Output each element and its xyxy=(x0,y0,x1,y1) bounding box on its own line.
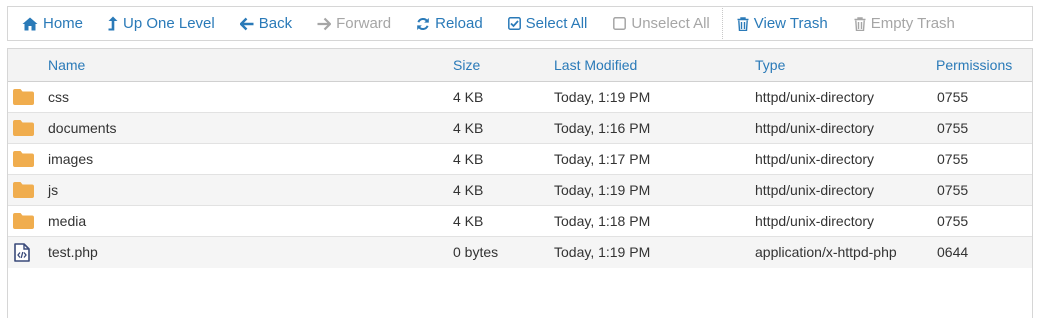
file-last-modified: Today, 1:16 PM xyxy=(554,120,651,136)
file-type: httpd/unix-directory xyxy=(755,120,875,136)
file-permissions: 0755 xyxy=(937,89,969,105)
back-label: Back xyxy=(258,15,293,32)
home-button[interactable]: Home xyxy=(22,15,83,32)
unselect-all-button[interactable]: Unselect All xyxy=(613,15,710,32)
forward-label: Forward xyxy=(336,15,392,32)
file-name: media xyxy=(48,213,87,229)
folder-icon xyxy=(13,113,34,143)
file-last-modified: Today, 1:18 PM xyxy=(554,213,651,229)
file-name: images xyxy=(48,151,94,167)
file-row-js[interactable]: js 4 KB Today, 1:19 PM httpd/unix-direct… xyxy=(8,175,1032,206)
file-size: 4 KB xyxy=(453,182,484,198)
file-size: 4 KB xyxy=(453,120,484,136)
column-header-last-modified[interactable]: Last Modified xyxy=(554,49,637,82)
file-name: js xyxy=(48,182,59,198)
file-size: 0 bytes xyxy=(453,244,499,260)
file-size: 4 KB xyxy=(453,213,484,229)
file-manager-toolbar: Home Up One Level Back Forward Reload Se… xyxy=(7,6,1033,41)
file-row-test-php[interactable]: test.php 0 bytes Today, 1:19 PM applicat… xyxy=(8,237,1032,268)
file-last-modified: Today, 1:19 PM xyxy=(554,182,651,198)
file-list: Name Size Last Modified Type Permissions… xyxy=(7,48,1033,318)
file-name: test.php xyxy=(48,244,98,260)
trash-icon xyxy=(737,16,749,31)
column-header-type[interactable]: Type xyxy=(755,49,785,82)
home-icon xyxy=(22,17,38,30)
view-trash-label: View Trash xyxy=(753,15,828,32)
file-type: application/x-httpd-php xyxy=(755,244,897,260)
php-file-icon xyxy=(14,237,30,267)
trash-icon xyxy=(854,16,866,31)
file-permissions: 0644 xyxy=(937,244,969,260)
forward-button[interactable]: Forward xyxy=(317,15,391,32)
select-all-label: Select All xyxy=(525,15,588,32)
file-row-images[interactable]: images 4 KB Today, 1:17 PM httpd/unix-di… xyxy=(8,144,1032,175)
select-all-button[interactable]: Select All xyxy=(507,15,588,32)
level-up-icon xyxy=(108,16,118,31)
file-name: css xyxy=(48,89,69,105)
file-permissions: 0755 xyxy=(937,182,969,198)
file-row-documents[interactable]: documents 4 KB Today, 1:16 PM httpd/unix… xyxy=(8,113,1032,144)
folder-icon xyxy=(13,175,34,205)
column-header-permissions[interactable]: Permissions xyxy=(936,49,1012,82)
folder-icon xyxy=(13,144,34,174)
refresh-icon xyxy=(417,17,429,30)
arrow-right-icon xyxy=(317,17,332,30)
unselect-all-label: Unselect All xyxy=(631,15,710,32)
reload-label: Reload xyxy=(435,15,483,32)
file-last-modified: Today, 1:19 PM xyxy=(554,89,651,105)
file-permissions: 0755 xyxy=(937,151,969,167)
file-type: httpd/unix-directory xyxy=(755,89,875,105)
file-type: httpd/unix-directory xyxy=(755,151,875,167)
file-name: documents xyxy=(48,120,117,136)
up-one-level-label: Up One Level xyxy=(123,15,215,32)
file-size: 4 KB xyxy=(453,151,484,167)
file-size: 4 KB xyxy=(453,89,484,105)
file-row-media[interactable]: media 4 KB Today, 1:18 PM httpd/unix-dir… xyxy=(8,206,1032,237)
up-one-level-button[interactable]: Up One Level xyxy=(108,15,215,32)
file-last-modified: Today, 1:19 PM xyxy=(554,244,651,260)
file-type: httpd/unix-directory xyxy=(755,213,875,229)
reload-button[interactable]: Reload xyxy=(416,15,483,32)
checkbox-empty-icon xyxy=(613,17,627,30)
column-header-size[interactable]: Size xyxy=(453,49,480,82)
file-last-modified: Today, 1:17 PM xyxy=(554,151,651,167)
view-trash-button[interactable]: View Trash xyxy=(737,15,828,32)
column-header-name[interactable]: Name xyxy=(48,49,85,82)
arrow-left-icon xyxy=(239,17,254,30)
folder-icon xyxy=(13,82,34,112)
empty-trash-button[interactable]: Empty Trash xyxy=(854,15,955,32)
home-label: Home xyxy=(43,15,84,32)
table-header: Name Size Last Modified Type Permissions xyxy=(8,49,1032,82)
file-permissions: 0755 xyxy=(937,120,969,136)
toolbar-separator xyxy=(721,8,723,39)
file-type: httpd/unix-directory xyxy=(755,182,875,198)
empty-trash-label: Empty Trash xyxy=(870,15,955,32)
back-button[interactable]: Back xyxy=(239,15,293,32)
checkbox-checked-icon xyxy=(507,17,521,30)
folder-icon xyxy=(13,206,34,236)
file-row-css[interactable]: css 4 KB Today, 1:19 PM httpd/unix-direc… xyxy=(8,82,1032,113)
file-permissions: 0755 xyxy=(937,213,969,229)
